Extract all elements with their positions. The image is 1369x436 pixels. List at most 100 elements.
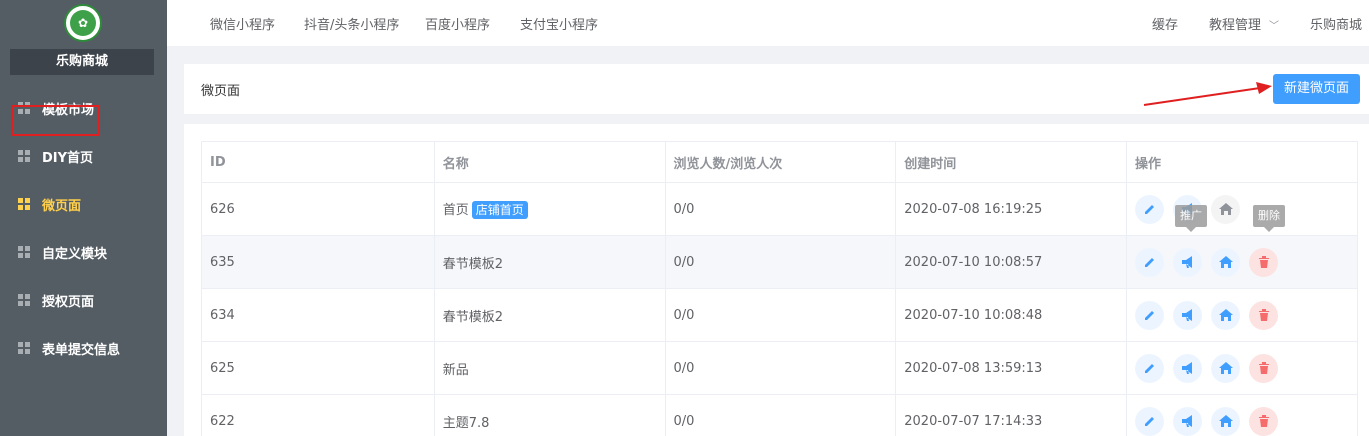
cell-views: 0/0	[664, 288, 897, 342]
pencil-icon	[1144, 258, 1154, 267]
cell-id: 634	[201, 288, 435, 342]
tutorial-menu[interactable]: 教程管理 ﹀	[1209, 14, 1279, 33]
store-name: 乐购商城	[10, 49, 154, 75]
grid-icon	[18, 198, 30, 210]
home-icon	[1218, 256, 1233, 268]
pencil-icon	[1144, 364, 1154, 373]
cell-views: 0/0	[664, 182, 897, 236]
home-icon	[1218, 415, 1233, 427]
cell-id: 625	[201, 341, 435, 395]
cache-link[interactable]: 缓存	[1152, 14, 1178, 33]
cell-created: 2020-07-10 10:08:57	[895, 235, 1128, 289]
sidebar-item-label: 自定义模块	[42, 246, 108, 262]
table-row: 634 春节模板2 0/0 2020-07-10 10:08:48	[201, 288, 1358, 342]
cell-views: 0/0	[664, 341, 897, 395]
top-nav: 微信小程序 抖音/头条小程序 百度小程序 支付宝小程序 缓存 教程管理 ﹀ 乐购商…	[167, 0, 1369, 46]
pencil-icon	[1144, 311, 1154, 320]
tab-baidu[interactable]: 百度小程序	[425, 14, 490, 33]
promote-button[interactable]	[1173, 406, 1203, 436]
new-micro-page-button[interactable]: 新建微页面	[1273, 74, 1360, 104]
cell-views: 0/0	[664, 394, 897, 436]
table-row: 622 主题7.8 0/0 2020-07-07 17:14:33	[201, 394, 1358, 436]
column-header-created: 创建时间	[895, 141, 1128, 183]
cell-id: 635	[201, 235, 435, 289]
delete-button[interactable]	[1249, 406, 1279, 436]
sidebar-item-label: 微页面	[42, 198, 82, 214]
sidebar-item-form-submissions[interactable]: 表单提交信息	[0, 324, 167, 372]
page-name: 首页	[442, 203, 469, 218]
column-header-id: ID	[201, 141, 435, 183]
promote-button[interactable]	[1173, 300, 1203, 330]
table-header-row: ID 名称 浏览人数/浏览人次 创建时间 操作	[201, 141, 1358, 183]
table-card: ID 名称 浏览人数/浏览人次 创建时间 操作 626 首页 店铺首页 0/0 2…	[184, 124, 1369, 436]
pencil-icon	[1144, 205, 1154, 214]
cell-name: 首页 店铺首页	[433, 182, 666, 236]
home-icon	[1218, 309, 1233, 321]
cell-actions	[1126, 235, 1358, 289]
cell-actions	[1126, 341, 1358, 395]
cell-created: 2020-07-10 10:08:48	[895, 288, 1128, 342]
sidebar: ✿ 乐购商城 模板市场 DIY首页 微页面 自定义模块 授权页面 表单提交信息	[0, 0, 167, 436]
pencil-icon	[1144, 417, 1154, 426]
delete-button[interactable]	[1249, 300, 1279, 330]
sidebar-item-diy-home[interactable]: DIY首页	[0, 132, 167, 180]
annotation-arrow	[1143, 82, 1272, 106]
store-menu-label: 乐购商城	[1310, 18, 1363, 33]
sidebar-item-label: 表单提交信息	[42, 342, 121, 358]
cell-actions	[1126, 182, 1358, 236]
column-header-name: 名称	[433, 141, 666, 183]
megaphone-icon	[1181, 309, 1192, 321]
cell-views: 0/0	[664, 235, 897, 289]
edit-button[interactable]	[1135, 194, 1165, 224]
sidebar-item-label: DIY首页	[42, 150, 94, 166]
set-home-button[interactable]	[1211, 353, 1241, 383]
sidebar-item-label: 模板市场	[42, 102, 95, 118]
trash-icon	[1258, 362, 1269, 374]
edit-button[interactable]	[1135, 353, 1165, 383]
sidebar-item-custom-module[interactable]: 自定义模块	[0, 228, 167, 276]
promote-button[interactable]	[1173, 247, 1203, 277]
megaphone-icon	[1181, 256, 1192, 268]
tab-alipay[interactable]: 支付宝小程序	[520, 14, 598, 33]
column-header-actions: 操作	[1126, 141, 1358, 183]
delete-button[interactable]	[1249, 353, 1279, 383]
micro-page-table: ID 名称 浏览人数/浏览人次 创建时间 操作 626 首页 店铺首页 0/0 2…	[201, 141, 1358, 436]
sidebar-item-micro-page[interactable]: 微页面	[0, 180, 167, 228]
cell-name: 新品	[433, 341, 666, 395]
sidebar-item-label: 授权页面	[42, 294, 95, 310]
sidebar-item-auth-page[interactable]: 授权页面	[0, 276, 167, 324]
trash-icon	[1258, 256, 1269, 268]
megaphone-icon	[1181, 415, 1192, 427]
tab-wechat[interactable]: 微信小程序	[210, 14, 275, 33]
cell-name: 春节模板2	[433, 235, 666, 289]
promote-tooltip: 推广	[1175, 205, 1207, 232]
cell-id: 622	[201, 394, 435, 436]
cell-name: 春节模板2	[433, 288, 666, 342]
edit-button[interactable]	[1135, 300, 1165, 330]
promote-button[interactable]	[1173, 353, 1203, 383]
cell-created: 2020-07-08 13:59:13	[895, 341, 1128, 395]
brand: ✿ 乐购商城	[0, 0, 167, 84]
home-icon	[1218, 203, 1233, 215]
set-home-button[interactable]	[1211, 300, 1241, 330]
store-logo: ✿	[64, 4, 102, 42]
sidebar-item-template-market[interactable]: 模板市场	[0, 84, 167, 132]
table-row: 625 新品 0/0 2020-07-08 13:59:13	[201, 341, 1358, 395]
set-home-button[interactable]	[1211, 194, 1241, 224]
grid-icon	[18, 246, 30, 258]
set-home-button[interactable]	[1211, 406, 1241, 436]
delete-button[interactable]	[1249, 247, 1279, 277]
edit-button[interactable]	[1135, 406, 1165, 436]
edit-button[interactable]	[1135, 247, 1165, 277]
delete-tooltip: 删除	[1253, 205, 1285, 232]
cell-actions	[1126, 288, 1358, 342]
set-home-button[interactable]	[1211, 247, 1241, 277]
store-menu[interactable]: 乐购商城﹀	[1310, 14, 1369, 33]
cell-id: 626	[201, 182, 435, 236]
tab-douyin[interactable]: 抖音/头条小程序	[304, 14, 399, 33]
trash-icon	[1258, 309, 1269, 321]
grid-icon	[18, 102, 30, 114]
grid-icon	[18, 342, 30, 354]
cell-name: 主题7.8	[433, 394, 666, 436]
megaphone-icon	[1181, 362, 1192, 374]
